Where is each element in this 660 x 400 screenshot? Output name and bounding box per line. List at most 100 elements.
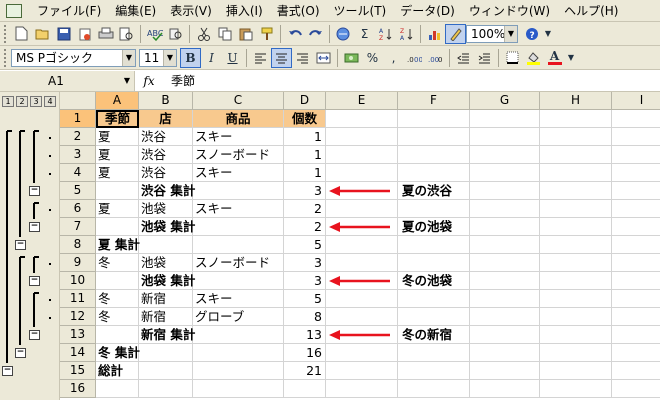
menu-tools[interactable]: ツール(T) <box>327 1 394 21</box>
cell-d13[interactable]: 13 <box>284 326 326 344</box>
outline-collapse-button[interactable]: − <box>29 222 40 232</box>
bold-button[interactable]: B <box>180 47 201 68</box>
row-header[interactable]: 10 <box>60 272 96 290</box>
cell-b14[interactable] <box>139 344 193 362</box>
row-header[interactable]: 5 <box>60 182 96 200</box>
menu-format[interactable]: 書式(O) <box>270 1 327 21</box>
column-header-b[interactable]: B <box>139 92 193 110</box>
cell-h15[interactable] <box>540 362 612 380</box>
cell-i15[interactable] <box>612 362 660 380</box>
active-cell[interactable]: 季節 <box>96 110 139 128</box>
toolbar-options-icon[interactable]: ▼ <box>542 24 554 44</box>
menu-insert[interactable]: 挿入(I) <box>219 1 270 21</box>
cell-b5[interactable]: 渋谷 集計 <box>139 182 195 200</box>
cell-c14[interactable] <box>193 344 284 362</box>
cell-h5[interactable] <box>540 182 612 200</box>
fill-color-icon[interactable] <box>523 48 544 68</box>
cell-c8[interactable] <box>193 236 284 254</box>
save-icon[interactable] <box>53 24 74 44</box>
cell-i1[interactable] <box>612 110 660 128</box>
outline-level-2-button[interactable]: 2 <box>16 96 28 107</box>
cell-h6[interactable] <box>540 200 612 218</box>
font-name-dropdown[interactable]: MS Pゴシック ▼ <box>11 48 136 67</box>
cell-a4[interactable]: 夏 <box>96 164 139 182</box>
menu-data[interactable]: データ(D) <box>393 1 462 21</box>
cell-e6[interactable] <box>326 200 398 218</box>
cell-e13[interactable] <box>326 326 398 344</box>
row-header[interactable]: 15 <box>60 362 96 380</box>
cell-g3[interactable] <box>470 146 540 164</box>
cell-a8[interactable]: 夏 集計 <box>96 236 140 254</box>
cell-g15[interactable] <box>470 362 540 380</box>
cell-a16[interactable] <box>96 380 139 398</box>
cell-d10[interactable]: 3 <box>284 272 326 290</box>
sort-ascending-icon[interactable]: AZ <box>375 24 396 44</box>
outline-collapse-button[interactable]: − <box>29 276 40 286</box>
redo-icon[interactable] <box>305 24 326 44</box>
cell-f8[interactable] <box>398 236 470 254</box>
menu-file[interactable]: ファイル(F) <box>30 1 108 21</box>
cell-b8[interactable] <box>139 236 193 254</box>
cell-h13[interactable] <box>540 326 612 344</box>
cell-b12[interactable]: 新宿 <box>139 308 193 326</box>
row-header[interactable]: 12 <box>60 308 96 326</box>
cell-g13[interactable] <box>470 326 540 344</box>
underline-button[interactable]: U <box>222 48 243 68</box>
cell-d3[interactable]: 1 <box>284 146 326 164</box>
help-icon[interactable]: ? <box>521 24 542 44</box>
cell-c6[interactable]: スキー <box>193 200 284 218</box>
cell-h16[interactable] <box>540 380 612 398</box>
cell-g16[interactable] <box>470 380 540 398</box>
menu-help[interactable]: ヘルプ(H) <box>557 1 625 21</box>
outline-level-3-button[interactable]: 3 <box>30 96 42 107</box>
format-painter-icon[interactable] <box>256 24 277 44</box>
cell-d11[interactable]: 5 <box>284 290 326 308</box>
cell-i5[interactable] <box>612 182 660 200</box>
print-preview-icon[interactable] <box>116 24 137 44</box>
row-header[interactable]: 8 <box>60 236 96 254</box>
row-header[interactable]: 2 <box>60 128 96 146</box>
row-header[interactable]: 4 <box>60 164 96 182</box>
cell-c11[interactable]: スキー <box>193 290 284 308</box>
cell-b16[interactable] <box>139 380 193 398</box>
column-header-e[interactable]: E <box>326 92 398 110</box>
cell-g2[interactable] <box>470 128 540 146</box>
cell-a7[interactable] <box>96 218 139 236</box>
cell-g14[interactable] <box>470 344 540 362</box>
italic-button[interactable]: I <box>201 48 222 68</box>
spelling-icon[interactable]: ABC <box>144 24 165 44</box>
hyperlink-icon[interactable] <box>333 24 354 44</box>
cell-a14[interactable]: 冬 集計 <box>96 344 140 362</box>
name-box[interactable]: A1 ▼ <box>0 70 135 91</box>
column-header-g[interactable]: G <box>470 92 540 110</box>
cell-a5[interactable] <box>96 182 139 200</box>
row-header[interactable]: 1 <box>60 110 96 128</box>
cell-d5[interactable]: 3 <box>284 182 326 200</box>
sort-descending-icon[interactable]: ZA <box>396 24 417 44</box>
cell-e3[interactable] <box>326 146 398 164</box>
cell-a9[interactable]: 冬 <box>96 254 139 272</box>
row-header[interactable]: 7 <box>60 218 96 236</box>
font-color-icon[interactable]: A <box>544 48 565 68</box>
cell-d6[interactable]: 2 <box>284 200 326 218</box>
cell-e10[interactable] <box>326 272 398 290</box>
cell-c9[interactable]: スノーボード <box>193 254 284 272</box>
borders-icon[interactable] <box>502 48 523 68</box>
cell-b3[interactable]: 渋谷 <box>139 146 193 164</box>
cell-e9[interactable] <box>326 254 398 272</box>
cell-i8[interactable] <box>612 236 660 254</box>
menu-window[interactable]: ウィンドウ(W) <box>462 1 557 21</box>
align-left-icon[interactable] <box>250 48 271 68</box>
cell-f4[interactable] <box>398 164 470 182</box>
cell-b9[interactable]: 池袋 <box>139 254 193 272</box>
cell-e14[interactable] <box>326 344 398 362</box>
cell-d2[interactable]: 1 <box>284 128 326 146</box>
toolbar-grip[interactable] <box>4 48 8 67</box>
percent-button[interactable]: % <box>362 48 383 68</box>
cell-f14[interactable] <box>398 344 470 362</box>
outline-collapse-button[interactable]: − <box>15 240 26 250</box>
merge-center-icon[interactable] <box>313 48 334 68</box>
undo-icon[interactable] <box>284 24 305 44</box>
cell-b1[interactable]: 店 <box>139 110 193 128</box>
align-right-icon[interactable] <box>292 48 313 68</box>
